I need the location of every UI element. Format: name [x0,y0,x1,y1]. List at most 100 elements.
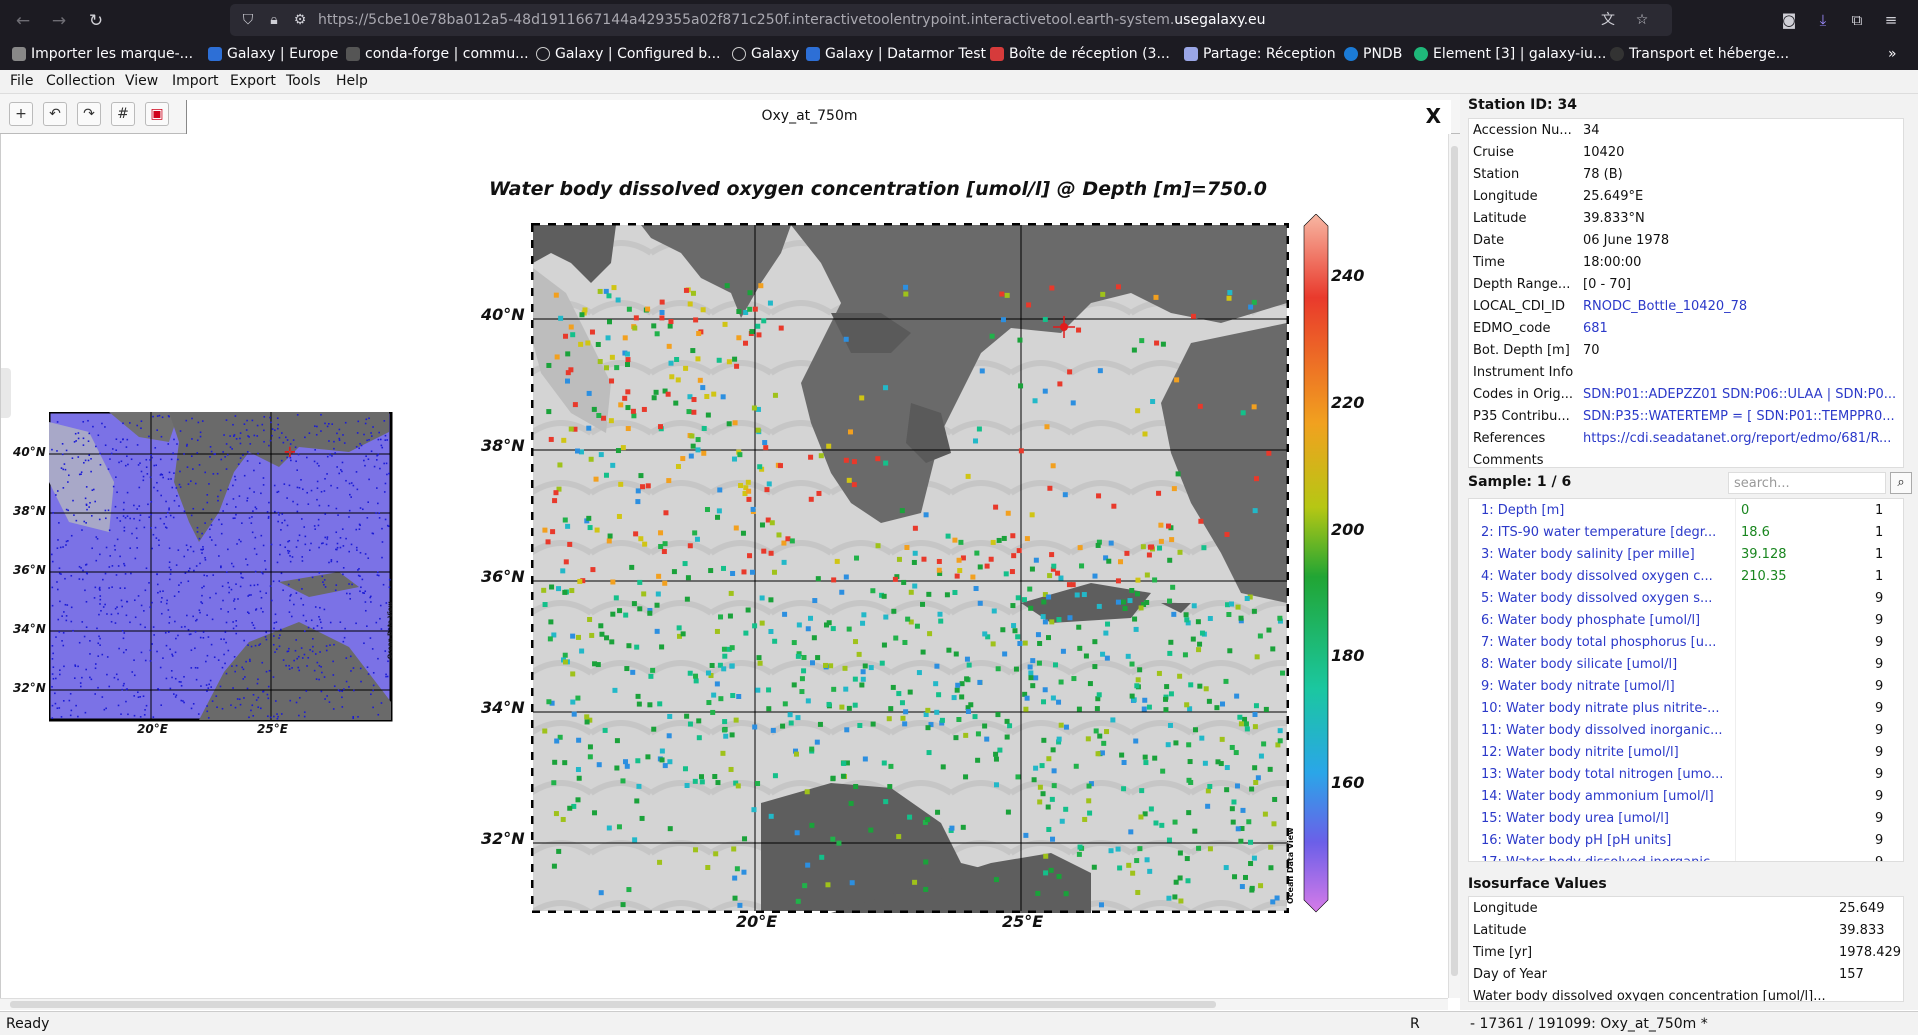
station-marker [1000,317,1006,323]
sample-row[interactable]: 3: Water body salinity [per mille] 39.128… [1469,543,1903,565]
iso-table[interactable]: Longitude 25.649 Latitude 39.833 Time [yr] 19… [1468,896,1904,1002]
sample-row[interactable]: 14: Water body ammonium [umol/l] 9 [1469,785,1903,807]
menu-collection[interactable]: Collection [46,73,115,89]
sample-row[interactable]: 13: Water body total nitrogen [umo... 9 [1469,763,1903,785]
station-row[interactable]: Codes in Orig... SDN:P01::ADEPZZ01 SDN:P0… [1469,383,1903,405]
inset-station-marker [114,505,117,508]
station-row[interactable]: Comments [1469,449,1903,467]
sample-row[interactable]: 4: Water body dissolved oxygen c... 210.3… [1469,565,1903,587]
station-row[interactable]: Accession Nu... 34 [1469,119,1903,141]
menu-export[interactable]: Export [230,73,276,89]
save-button[interactable]: ▣ [145,102,169,126]
vertical-scrollbar[interactable] [1448,134,1460,998]
station-row[interactable]: Date 06 June 1978 [1469,229,1903,251]
inset-station-marker [383,462,385,465]
iso-row[interactable]: Latitude 39.833 [1469,919,1903,941]
station-row[interactable]: Station 78 (B) [1469,163,1903,185]
bookmark-item[interactable]: PNDB [1344,46,1402,62]
grid-button[interactable]: # [111,102,135,126]
downloads-icon[interactable]: ⤓ [1812,9,1834,31]
sample-row[interactable]: 6: Water body phosphate [umol/l] 9 [1469,609,1903,631]
station-row[interactable]: Cruise 10420 [1469,141,1903,163]
inset-station-marker [203,574,206,577]
bookmark-item[interactable]: Transport et héberge... [1610,46,1789,62]
menu-file[interactable]: File [10,73,33,89]
inset-station-marker [105,707,107,710]
redo-button[interactable]: ↷ [77,102,101,126]
sample-table[interactable]: 1: Depth [m] 0 1 2: ITS-90 water temperatur… [1468,498,1904,862]
sample-row[interactable]: 12: Water body nitrite [umol/l] 9 [1469,741,1903,763]
bookmark-item[interactable]: Boîte de réception (3... [990,46,1170,62]
iso-row[interactable]: Day of Year 157 [1469,963,1903,985]
station-row[interactable]: References https://cdi.seadatanet.org/rep… [1469,427,1903,449]
station-marker [843,457,849,463]
inset-station-marker [206,705,208,707]
reload-icon[interactable]: ↻ [85,10,107,32]
bookmark-item[interactable]: Galaxy [732,46,799,62]
sample-row[interactable]: 2: ITS-90 water temperature [degr... 18.6… [1469,521,1903,543]
station-row[interactable]: Latitude 39.833°N [1469,207,1903,229]
station-row[interactable]: EDMO_code 681 [1469,317,1903,339]
iso-row[interactable]: Time [yr] 1978.429 [1469,941,1903,963]
menu-view[interactable]: View [125,73,158,89]
station-row[interactable]: P35 Contribu... SDN:P35::WATERTEMP = [ SD… [1469,405,1903,427]
pocket-icon[interactable]: ◙ [1778,9,1800,31]
back-icon[interactable]: ← [12,10,34,32]
translate-icon[interactable]: 文 [1598,10,1618,30]
menu-tools[interactable]: Tools [286,73,321,89]
extensions-icon[interactable]: ⧉ [1846,9,1868,31]
sample-row[interactable]: 10: Water body nitrate plus nitrite-... 9 [1469,697,1903,719]
forward-icon[interactable]: → [48,10,70,32]
search-icon[interactable]: ⌕ [1890,472,1912,494]
sample-variable: 7: Water body total phosphorus [u... [1481,635,1717,650]
station-marker [1252,765,1258,771]
inset-station-marker [173,499,176,502]
bookmark-item[interactable]: Galaxy | Europe [208,46,338,62]
bookmark-star-icon[interactable]: ☆ [1632,10,1652,30]
permissions-icon[interactable]: ⚙ [290,10,310,30]
menu-icon[interactable]: ≡ [1880,9,1902,31]
bookmark-item[interactable]: Importer les marque-... [12,46,193,62]
sample-row[interactable]: 15: Water body urea [umol/l] 9 [1469,807,1903,829]
plot-canvas[interactable]: ✛ 40°N 38°N 36°N 34°N 32°N 20°E 25°E Oce… [0,134,1448,998]
undo-button[interactable]: ↶ [43,102,67,126]
station-marker [973,438,979,444]
bookmark-item[interactable]: Partage: Réception [1184,46,1336,62]
menu-help[interactable]: Help [336,73,368,89]
more-bookmarks-icon[interactable]: » [1888,46,1897,62]
sample-row[interactable]: 7: Water body total phosphorus [u... 9 [1469,631,1903,653]
sample-row[interactable]: 5: Water body dissolved oxygen s... 9 [1469,587,1903,609]
station-row[interactable]: LOCAL_CDI_ID RNODC_Bottle_10420_78 [1469,295,1903,317]
station-row[interactable]: Instrument Info [1469,361,1903,383]
station-table[interactable]: Accession Nu... 34 Cruise 10420 Station 78 (B… [1468,118,1904,468]
station-row[interactable]: Time 18:00:00 [1469,251,1903,273]
shield-icon[interactable]: ⛉ [238,10,258,30]
station-row[interactable]: Depth Range... [0 - 70] [1469,273,1903,295]
iso-row[interactable]: Longitude 25.649 [1469,897,1903,919]
side-handle[interactable] [1,368,11,418]
station-marker [1271,821,1277,827]
close-tab-button[interactable]: X [1426,104,1441,128]
sample-row[interactable]: 1: Depth [m] 0 1 [1469,499,1903,521]
station-row[interactable]: Bot. Depth [m] 70 [1469,339,1903,361]
bookmark-item[interactable]: Galaxy | Configured b... [536,46,721,62]
inset-map[interactable]: ✛ [49,412,393,722]
main-map[interactable] [531,223,1289,913]
sample-row[interactable]: 17: Water body dissolved inorganic...9 [1469,851,1903,861]
horizontal-scrollbar[interactable] [0,998,1448,1010]
sample-row[interactable]: 16: Water body pH [pH units] 9 [1469,829,1903,851]
lock-icon[interactable]: 🔒︎ [264,10,284,30]
sample-row[interactable]: 8: Water body silicate [umol/l] 9 [1469,653,1903,675]
plot-tab[interactable]: Oxy_at_750m X [186,100,1451,134]
station-row[interactable]: Longitude 25.649°E [1469,185,1903,207]
bookmark-item[interactable]: conda-forge | commu... [346,46,529,62]
bookmark-item[interactable]: Galaxy | Datarmor Test [806,46,986,62]
add-window-button[interactable]: + [9,102,33,126]
menu-import[interactable]: Import [172,73,218,89]
sample-row[interactable]: 11: Water body dissolved inorganic... 9 [1469,719,1903,741]
bookmark-item[interactable]: Element [3] | galaxy-iu... [1414,46,1606,62]
url-bar[interactable]: ⛉ 🔒︎ ⚙ https://5cbe10e78ba012a5-48d19116… [230,4,1672,36]
station-marker [826,701,832,707]
sample-search-input[interactable]: search... [1728,472,1886,494]
sample-row[interactable]: 9: Water body nitrate [umol/l] 9 [1469,675,1903,697]
